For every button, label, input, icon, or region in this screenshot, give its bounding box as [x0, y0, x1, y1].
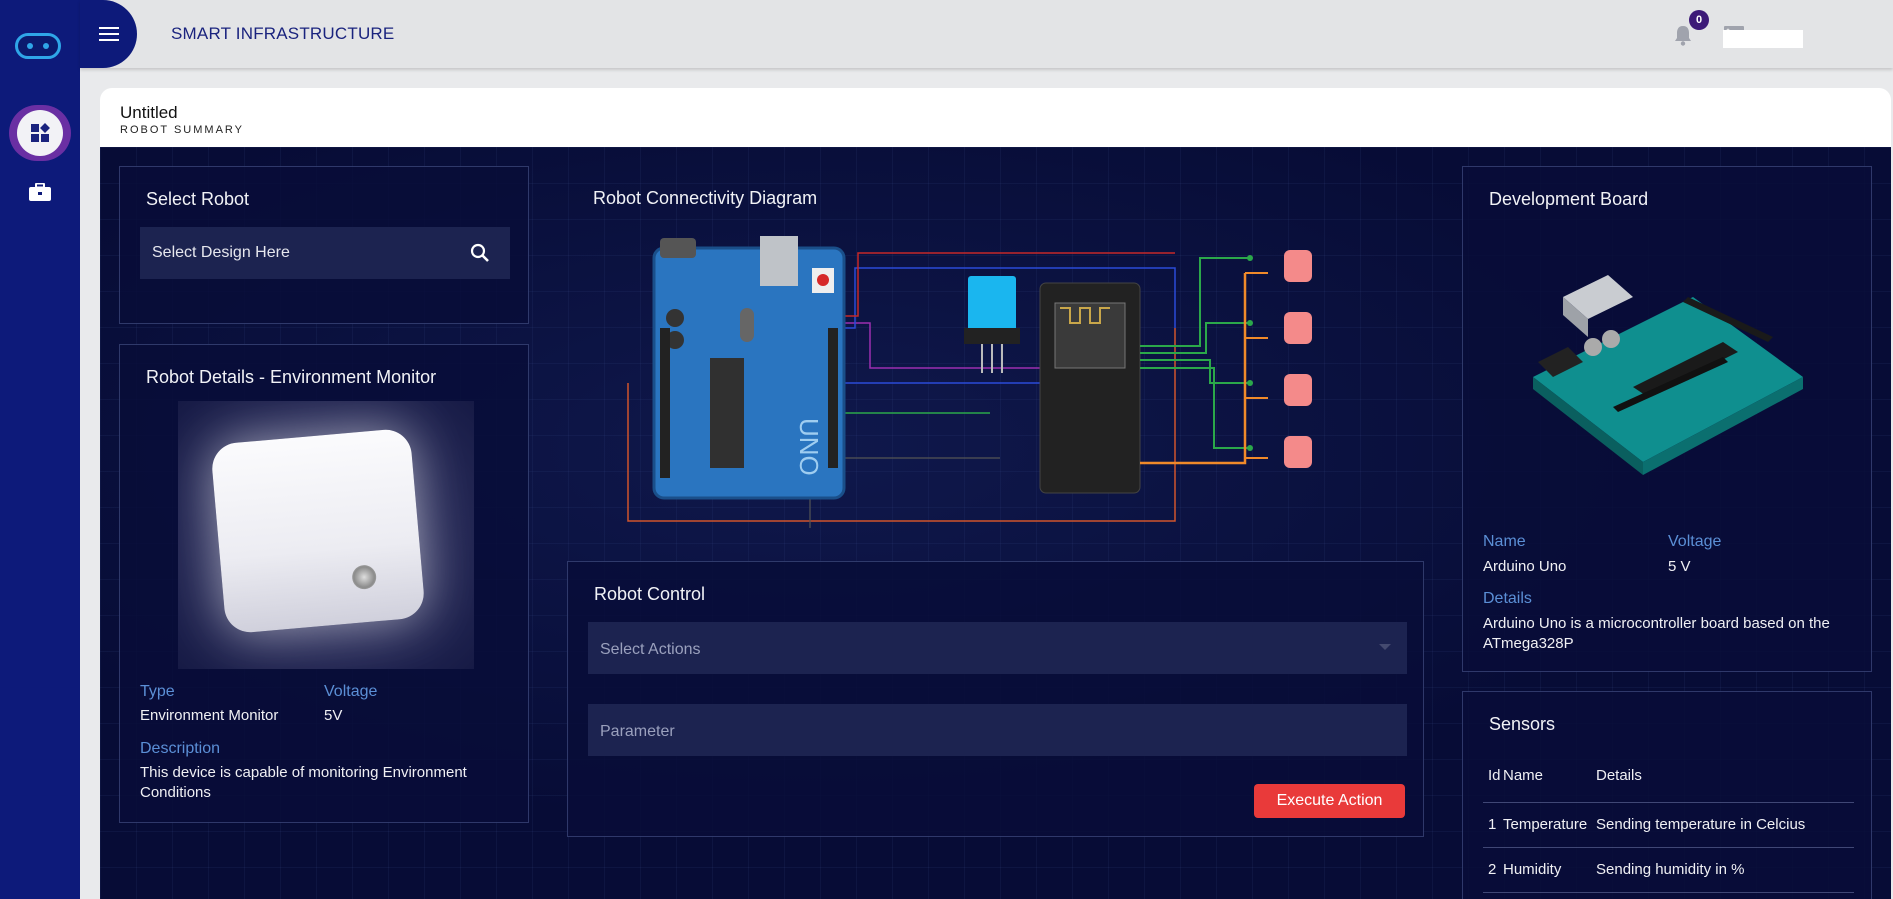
search-placeholder: Select Design Here: [152, 244, 290, 261]
type-label: Type: [140, 683, 175, 700]
search-icon[interactable]: [470, 243, 490, 263]
robot-details-panel: Robot Details - Environment Monitor Type…: [119, 344, 529, 823]
robot-logo-icon[interactable]: [15, 33, 61, 59]
dev-board-title: Development Board: [1489, 189, 1649, 209]
menu-toggle-button[interactable]: [80, 0, 137, 68]
page-subtitle: ROBOT SUMMARY: [120, 124, 244, 136]
select-actions-dropdown[interactable]: Select Actions: [588, 622, 1407, 674]
select-actions-placeholder: Select Actions: [600, 641, 701, 658]
redacted-username: [1723, 30, 1803, 48]
diagram-title: Robot Connectivity Diagram: [593, 188, 818, 208]
board-details-value: Arduino Uno is a microcontroller board b…: [1483, 615, 1830, 652]
robot-control-panel: Robot Control Select Actions Parameter E…: [567, 561, 1424, 837]
sidebar: [0, 0, 80, 899]
description-value: This device is capable of monitoring Env…: [140, 764, 467, 801]
robot-details-title: Robot Details - Environment Monitor: [146, 367, 437, 387]
select-robot-title: Select Robot: [146, 189, 250, 209]
dashboard-icon: [31, 123, 50, 142]
table-divider: [1483, 892, 1854, 893]
development-board-panel: Development Board Name Arduino Uno Volta…: [1462, 166, 1872, 672]
robot-control-title: Robot Control: [594, 584, 706, 604]
connectivity-diagram: UNO: [627, 236, 1312, 528]
table-header-id: Id: [1488, 767, 1501, 784]
parameter-placeholder: Parameter: [600, 723, 675, 740]
execute-action-button[interactable]: Execute Action: [1254, 784, 1405, 818]
robot-image: [178, 401, 474, 669]
table-header-name: Name: [1503, 767, 1544, 784]
voltage-label: Voltage: [324, 683, 378, 700]
parameter-input[interactable]: Parameter: [588, 704, 1407, 756]
briefcase-icon[interactable]: [29, 183, 51, 201]
chevron-down-icon: [1379, 644, 1391, 650]
sensors-panel: Sensors Id Name Details 1 Temperature Se…: [1462, 691, 1872, 899]
sensor-details: Sending temperature in Celcius: [1596, 816, 1806, 833]
app-title: SMART INFRASTRUCTURE: [171, 24, 395, 43]
board-voltage-label: Voltage: [1668, 533, 1722, 550]
sensor-id: 1: [1488, 816, 1497, 833]
select-robot-panel: Select Robot Select Design Here: [119, 166, 529, 324]
sidebar-item-dashboard[interactable]: [9, 105, 71, 161]
bell-icon[interactable]: [1673, 24, 1693, 46]
page-title: Untitled: [120, 103, 178, 122]
board-voltage-value: 5 V: [1668, 558, 1691, 575]
table-divider: [1483, 802, 1854, 803]
arduino-board-image: [1533, 275, 1803, 475]
hamburger-icon: [98, 27, 119, 41]
description-label: Description: [140, 740, 221, 757]
sensor-name: Humidity: [1503, 861, 1562, 878]
top-header: SMART INFRASTRUCTURE 0 Hi: [80, 0, 1893, 68]
sensor-details: Sending humidity in %: [1596, 861, 1745, 878]
table-divider: [1483, 847, 1854, 848]
svg-text:UNO: UNO: [794, 418, 824, 476]
notification-badge: 0: [1689, 10, 1709, 30]
type-value: Environment Monitor: [140, 707, 279, 724]
sensor-name: Temperature: [1503, 816, 1588, 833]
table-header-details: Details: [1596, 767, 1642, 784]
voltage-value: 5V: [324, 707, 343, 724]
sensor-id: 2: [1488, 861, 1497, 878]
select-design-search[interactable]: Select Design Here: [140, 227, 510, 279]
board-name-label: Name: [1483, 533, 1526, 550]
board-name-value: Arduino Uno: [1483, 558, 1567, 575]
board-details-label: Details: [1483, 590, 1532, 607]
sensors-title: Sensors: [1489, 714, 1556, 734]
